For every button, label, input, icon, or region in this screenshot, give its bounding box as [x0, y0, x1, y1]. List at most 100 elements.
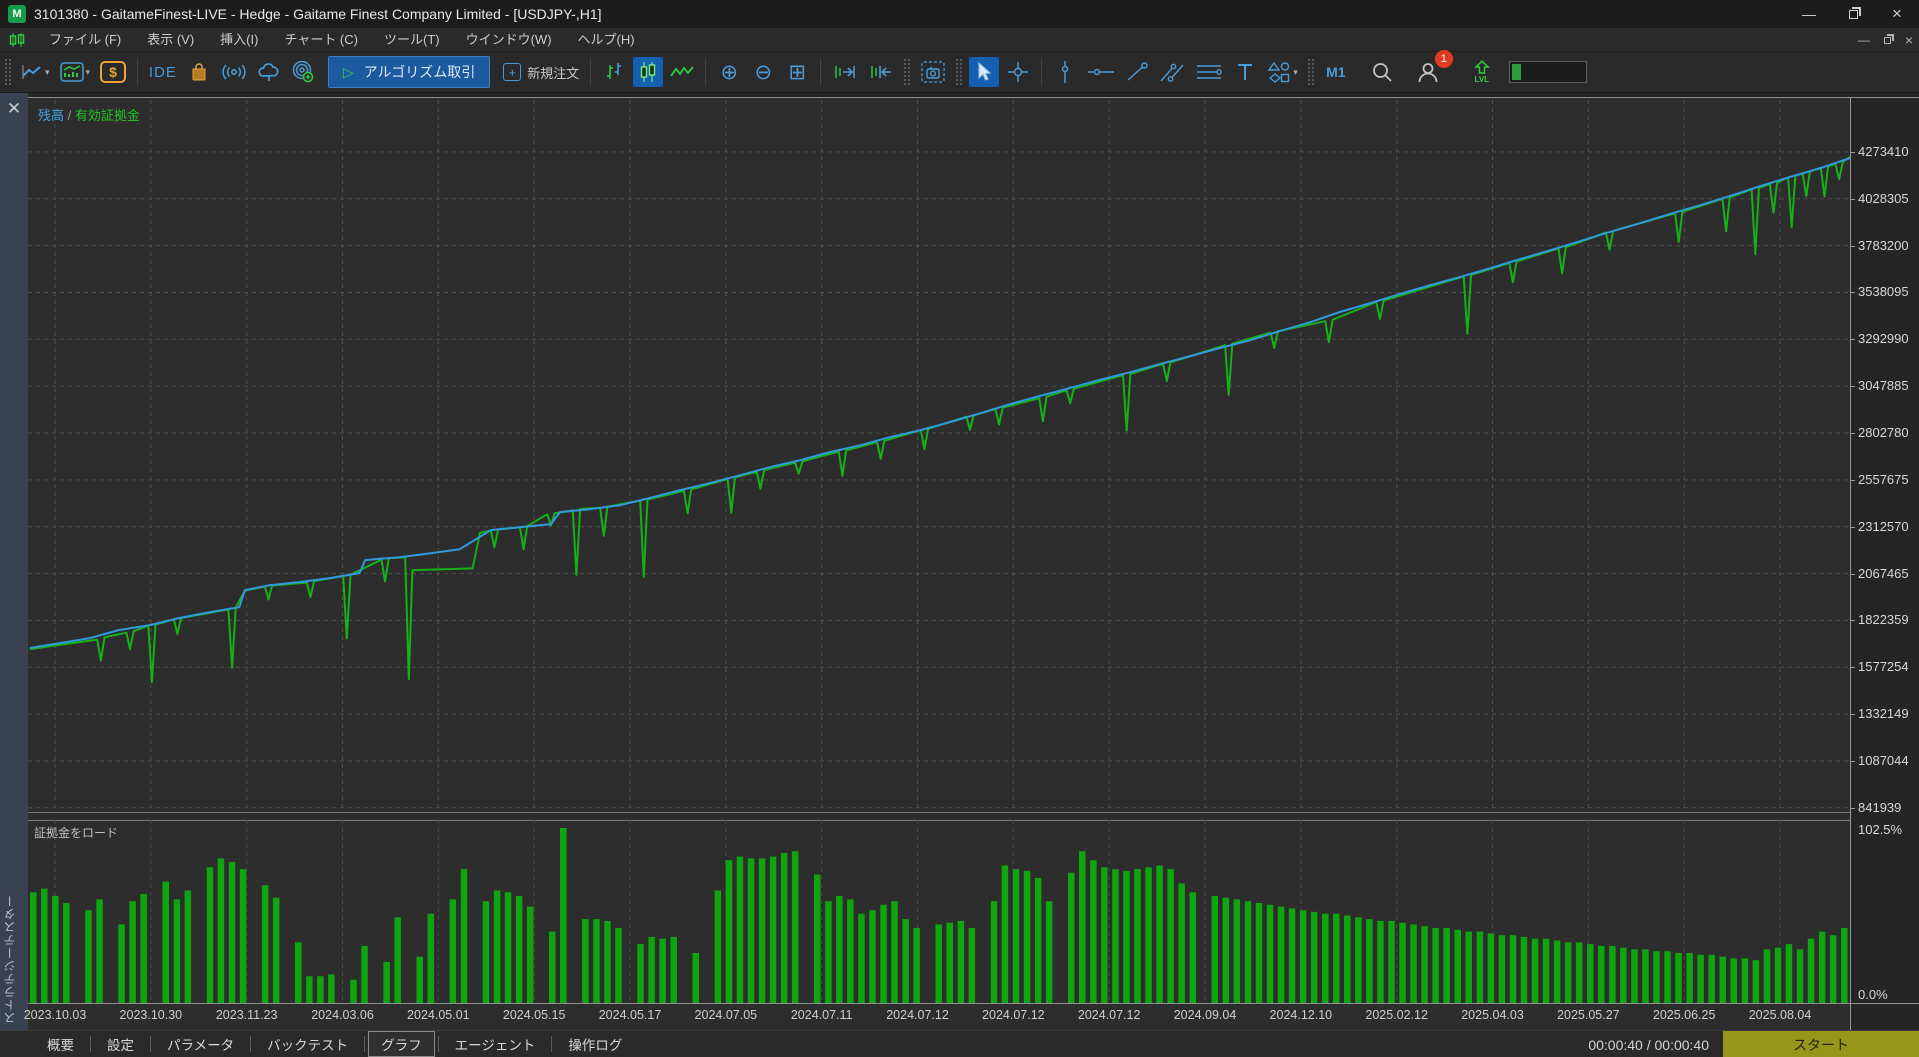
menu-item-2[interactable]: 挿入(I) — [207, 28, 271, 52]
chart-shift-button[interactable] — [865, 57, 897, 87]
market-button[interactable] — [184, 57, 214, 87]
x-axis-label-16: 2025.05.27 — [1557, 1008, 1620, 1022]
y-axis-tick — [1850, 386, 1855, 388]
y-axis-tick — [1850, 292, 1855, 294]
tab-0[interactable]: 概要 — [34, 1031, 87, 1057]
search-button[interactable] — [1367, 57, 1397, 87]
x-axis-label-6: 2024.05.17 — [598, 1008, 662, 1022]
start-button[interactable]: スタート — [1723, 1031, 1919, 1057]
y-axis-tick — [1850, 620, 1855, 622]
text-tool-button[interactable] — [1230, 57, 1260, 87]
candlestick-mode-button[interactable] — [633, 57, 664, 87]
y-axis-tick — [1850, 479, 1855, 481]
tab-3[interactable]: バックテスト — [254, 1031, 361, 1057]
channel-tool-button[interactable] — [1156, 57, 1188, 87]
line-chart-mode-button[interactable] — [667, 57, 697, 87]
toolbar-drag-handle[interactable] — [5, 59, 11, 85]
y-axis-label-8: 2312570 — [1858, 518, 1909, 534]
y-axis-label-9: 2067465 — [1858, 565, 1909, 581]
margin-panel-label: 証拠金をロード — [34, 826, 119, 840]
lvl-label: LVL — [1474, 75, 1490, 84]
signals-broadcast-icon — [222, 64, 246, 80]
vps-button[interactable] — [288, 57, 318, 87]
menu-item-1[interactable]: 表示 (V) — [134, 28, 207, 52]
level-button[interactable]: LVL — [1467, 57, 1497, 87]
child-minimize-button[interactable]: — — [1858, 33, 1870, 47]
menu-item-4[interactable]: ツール(T) — [371, 28, 453, 52]
x-axis-label-5: 2024.05.15 — [502, 1008, 566, 1022]
y-axis-label-10: 1822359 — [1858, 612, 1909, 628]
algo-trading-label: アルゴリズム取引 — [363, 64, 476, 80]
market-watch-chart-button[interactable]: ▾ — [57, 57, 94, 87]
y-axis-label-7: 2557675 — [1858, 471, 1909, 487]
toolbar-separator — [820, 59, 822, 85]
fibonacci-tool-button[interactable] — [1192, 57, 1226, 87]
ide-button[interactable]: IDE — [146, 57, 180, 87]
minimize-button[interactable]: — — [1787, 0, 1831, 28]
menu-item-3[interactable]: チャート (C) — [271, 28, 371, 52]
tab-4[interactable]: グラフ — [368, 1031, 435, 1057]
chart-legend: 残高 / 有効証拠金 — [38, 105, 140, 124]
tile-windows-button[interactable]: ⊞ — [782, 57, 812, 87]
vertical-line-icon — [1062, 61, 1069, 83]
tester-close-icon[interactable]: ✕ — [3, 98, 25, 120]
toolbar-separator — [1041, 59, 1043, 85]
tab-separator — [150, 1036, 151, 1052]
histogram-bottom-border — [28, 1003, 1919, 1004]
tester-panel-title: ストラテジーテスター — [3, 894, 17, 1024]
panel-separator-line — [28, 812, 1850, 813]
signals-button[interactable] — [218, 57, 250, 87]
tab-5[interactable]: エージェント — [442, 1031, 549, 1057]
deposit-button[interactable]: $ — [97, 57, 129, 87]
candlestick-icon — [641, 62, 656, 82]
restore-button[interactable] — [1831, 0, 1875, 28]
y-axis-tick — [1850, 760, 1855, 762]
menu-item-5[interactable]: ウインドウ(W) — [453, 28, 565, 52]
bar-chart-mode-button[interactable] — [599, 57, 629, 87]
x-axis-label-1: 2023.10.30 — [119, 1008, 183, 1022]
algo-trading-button[interactable]: ▷ アルゴリズム取引 — [327, 56, 491, 88]
tab-2[interactable]: パラメータ — [154, 1031, 247, 1057]
x-axis-label-2: 2023.11.23 — [215, 1008, 278, 1022]
y-axis-label-4: 3292990 — [1858, 331, 1909, 347]
menu-item-0[interactable]: ファイル (F) — [36, 28, 134, 52]
timeframe-button[interactable]: M1 — [1321, 57, 1351, 87]
toolbar-drag-handle[interactable] — [956, 59, 963, 85]
toolbar-separator — [590, 59, 592, 85]
test-timer: 00:00:40 / 00:00:40 — [1588, 1036, 1709, 1053]
x-axis-label-10: 2024.07.12 — [982, 1008, 1045, 1022]
menu-item-6[interactable]: ヘルプ(H) — [565, 28, 648, 52]
cloud-button[interactable] — [254, 57, 284, 87]
notifications-button[interactable]: 1 — [1413, 50, 1453, 87]
shift-end-button[interactable] — [829, 57, 861, 87]
ide-label: IDE — [148, 63, 177, 81]
toolbar-drag-handle[interactable] — [904, 59, 911, 85]
menu-bar: ファイル (F) 表示 (V) 挿入(I) チャート (C) ツール(T) ウインドウ(W… — [0, 28, 1919, 52]
y-axis-label-1: 4028305 — [1858, 190, 1909, 206]
trendline-tool-button[interactable] — [1122, 57, 1152, 87]
zoom-out-button[interactable]: ⊖ — [748, 57, 778, 87]
line-chart-icon — [22, 65, 41, 79]
crosshair-tool-button[interactable] — [1003, 57, 1033, 87]
tab-1[interactable]: 設定 — [94, 1031, 147, 1057]
balance-equity-chart[interactable] — [28, 100, 1850, 812]
search-icon — [1372, 63, 1392, 82]
chart-profile-button[interactable]: ▾ — [18, 57, 53, 87]
x-axis-label-11: 2024.07.12 — [1077, 1008, 1141, 1022]
toolbar-drag-handle[interactable] — [1307, 59, 1314, 85]
child-restore-button[interactable] — [1883, 36, 1891, 44]
camera-icon — [921, 61, 945, 83]
horizontal-line-tool-button[interactable] — [1084, 57, 1118, 87]
fibonacci-lines-icon — [1197, 65, 1223, 79]
shapes-tool-button[interactable]: ▾ — [1264, 57, 1301, 87]
cursor-tool-button[interactable] — [969, 57, 1000, 87]
margin-load-histogram[interactable] — [28, 820, 1850, 1003]
screenshot-button[interactable] — [917, 57, 949, 87]
tab-6[interactable]: 操作ログ — [555, 1031, 635, 1057]
child-close-button[interactable]: × — [1905, 32, 1913, 48]
vertical-line-tool-button[interactable] — [1050, 57, 1080, 87]
tab-separator — [90, 1036, 91, 1052]
new-order-button[interactable]: + 新規注文 — [500, 57, 582, 87]
close-button[interactable]: × — [1875, 0, 1919, 28]
zoom-in-button[interactable]: ⊕ — [714, 57, 744, 87]
